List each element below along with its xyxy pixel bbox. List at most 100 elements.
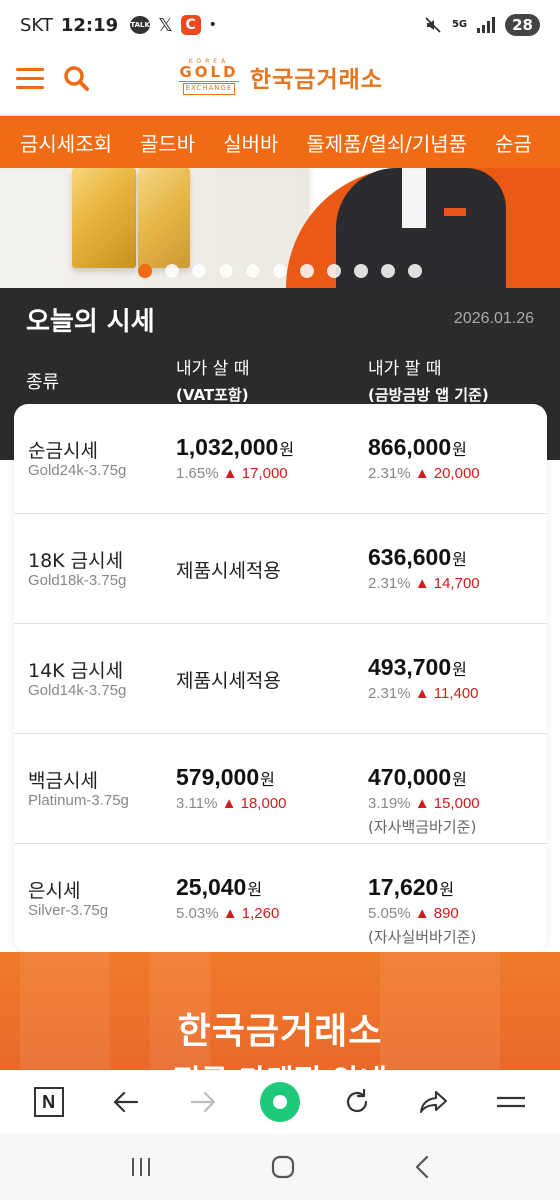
col-sell: 내가 팔 때 (금방금방 앱 기준) xyxy=(368,356,489,408)
price-section-title: 오늘의 시세 xyxy=(26,306,155,337)
share-button[interactable] xyxy=(414,1082,454,1122)
logo-mark: KOREA GOLD EXCHANGE xyxy=(176,58,242,96)
nav-item-gold-bar[interactable]: 골드바 xyxy=(126,128,209,157)
carousel-dot[interactable] xyxy=(219,264,233,278)
sell-price: 17,620 xyxy=(368,874,439,900)
sell-note: (자사백금바기준) xyxy=(368,818,477,836)
sell-change: 11,400 xyxy=(433,685,479,702)
promo-banner[interactable] xyxy=(0,168,560,288)
carousel-dot[interactable] xyxy=(381,264,395,278)
green-dot-icon xyxy=(259,1082,300,1122)
carousel-dot[interactable] xyxy=(327,264,341,278)
price-row-silver[interactable]: 은시세 Silver-3.75g 25,040원 5.03% ▲ 1,260 1… xyxy=(14,844,547,952)
buy-price: 25,040 xyxy=(176,874,247,900)
up-arrow-icon: ▲ xyxy=(222,905,238,922)
sell-change: 20,000 xyxy=(433,465,480,482)
store-promo-banner[interactable]: 한국금거래소 전국 가맹점 안내 xyxy=(0,952,560,1070)
buy-change: 17,000 xyxy=(241,465,288,482)
naver-home-button[interactable]: N xyxy=(29,1082,69,1122)
row-sub: Silver-3.75g xyxy=(28,902,109,919)
nav-item-silver-bar[interactable]: 실버바 xyxy=(209,128,292,157)
sell-pct: 2.31% xyxy=(368,575,411,592)
buy-price: 579,000 xyxy=(176,764,260,790)
notification-icons: TALK 𝕏 C • xyxy=(130,15,217,36)
row-sub: Gold24k-3.75g xyxy=(28,462,127,479)
forward-button[interactable] xyxy=(183,1082,223,1122)
buy-pct: 5.03% xyxy=(176,905,219,922)
price-row-gold14k[interactable]: 14K 금시세 Gold14k-3.75g 제품시세적용 493,700원 2.… xyxy=(14,624,547,734)
sell-pct: 5.05% xyxy=(368,905,411,922)
menu-icon[interactable] xyxy=(16,68,44,90)
reload-button[interactable] xyxy=(337,1082,377,1122)
logo-exchange: EXCHANGE xyxy=(182,83,236,95)
sell-cell: 470,000원 3.19% ▲ 15,000 (자사백금바기준) xyxy=(368,764,480,837)
price-table: 순금시세 Gold24k-3.75g 1,032,000원 1.65% ▲ 17… xyxy=(14,404,547,952)
sell-cell: 866,000원 2.31% ▲ 20,000 xyxy=(368,434,480,482)
sell-pct: 2.31% xyxy=(368,685,411,702)
nav-item-pure-gold[interactable]: 순금 xyxy=(481,128,546,157)
price-row-gold18k[interactable]: 18K 금시세 Gold18k-3.75g 제품시세적용 636,600원 2.… xyxy=(14,514,547,624)
sell-cell: 636,600원 2.31% ▲ 14,700 xyxy=(368,544,480,592)
search-icon[interactable] xyxy=(62,64,90,92)
system-navigation-bar xyxy=(0,1134,560,1200)
mute-icon xyxy=(425,17,441,33)
share-icon xyxy=(420,1091,448,1113)
sell-cell: 493,700원 2.31% ▲ 11,400 xyxy=(368,654,479,702)
nav-item-gifts[interactable]: 돌제품/열쇠/기념품 xyxy=(292,128,481,157)
price-row-platinum[interactable]: 백금시세 Platinum-3.75g 579,000원 3.11% ▲ 18,… xyxy=(14,734,547,844)
price-row-gold24k[interactable]: 순금시세 Gold24k-3.75g 1,032,000원 1.65% ▲ 17… xyxy=(14,404,547,514)
up-arrow-icon: ▲ xyxy=(414,575,430,592)
buy-change: 18,000 xyxy=(240,795,287,812)
reload-icon xyxy=(347,1088,368,1113)
network-type-icon: 5G xyxy=(451,19,468,30)
more-notifications-icon: • xyxy=(208,17,217,33)
kakaotalk-icon: TALK xyxy=(130,16,151,34)
sell-price: 636,600 xyxy=(368,544,452,570)
carousel-dot[interactable] xyxy=(300,264,314,278)
home-icon[interactable] xyxy=(269,1153,297,1181)
col-buy: 내가 살 때 (VAT포함) xyxy=(176,356,249,408)
up-arrow-icon: ▲ xyxy=(414,465,430,482)
gold-bar-image xyxy=(72,168,136,268)
logo-text: 한국금거래소 xyxy=(250,67,383,93)
carousel-dot[interactable] xyxy=(273,264,287,278)
back-button[interactable] xyxy=(106,1082,146,1122)
buy-price: 1,032,000 xyxy=(176,434,279,460)
nav-item-gold-price[interactable]: 금시세조회 xyxy=(0,128,126,157)
carousel-dot[interactable] xyxy=(192,264,206,278)
sell-pct: 3.19% xyxy=(368,795,411,812)
won-unit: 원 xyxy=(439,880,455,899)
up-arrow-icon: ▲ xyxy=(414,905,430,922)
signal-icon xyxy=(477,17,496,33)
carousel-dot[interactable] xyxy=(165,264,179,278)
back-icon[interactable] xyxy=(410,1153,434,1181)
sell-price: 493,700 xyxy=(368,654,452,680)
buy-product-text: 제품시세적용 xyxy=(176,560,281,582)
won-unit: 원 xyxy=(452,440,467,459)
home-button[interactable] xyxy=(259,1082,300,1122)
row-name: 백금시세 xyxy=(28,770,98,792)
row-name: 14K 금시세 xyxy=(28,660,124,682)
more-menu-button[interactable] xyxy=(491,1082,531,1122)
carousel-dot[interactable] xyxy=(408,264,422,278)
won-unit: 원 xyxy=(260,770,275,789)
carousel-dot[interactable] xyxy=(354,264,368,278)
carousel-dot[interactable] xyxy=(246,264,260,278)
carousel-dot[interactable] xyxy=(138,264,152,278)
c-app-icon: C xyxy=(180,15,201,35)
col-buy-label: 내가 살 때 xyxy=(176,359,250,379)
row-sub: Gold14k-3.75g xyxy=(28,682,127,699)
buy-change: 1,260 xyxy=(241,905,280,922)
battery-icon: 28 xyxy=(505,14,540,36)
logo-gold: GOLD xyxy=(179,63,239,83)
sell-change: 14,700 xyxy=(433,575,480,592)
row-name: 18K 금시세 xyxy=(28,550,124,572)
price-section-header: 오늘의 시세 2026.01.26 xyxy=(0,288,560,350)
up-arrow-icon: ▲ xyxy=(221,795,237,812)
col-type: 종류 xyxy=(26,372,60,393)
won-unit: 원 xyxy=(452,770,467,789)
price-date: 2026.01.26 xyxy=(453,310,534,327)
site-logo[interactable]: KOREA GOLD EXCHANGE 한국금거래소 xyxy=(176,58,383,96)
sell-price: 866,000 xyxy=(368,434,452,460)
recent-apps-icon[interactable] xyxy=(126,1155,156,1179)
